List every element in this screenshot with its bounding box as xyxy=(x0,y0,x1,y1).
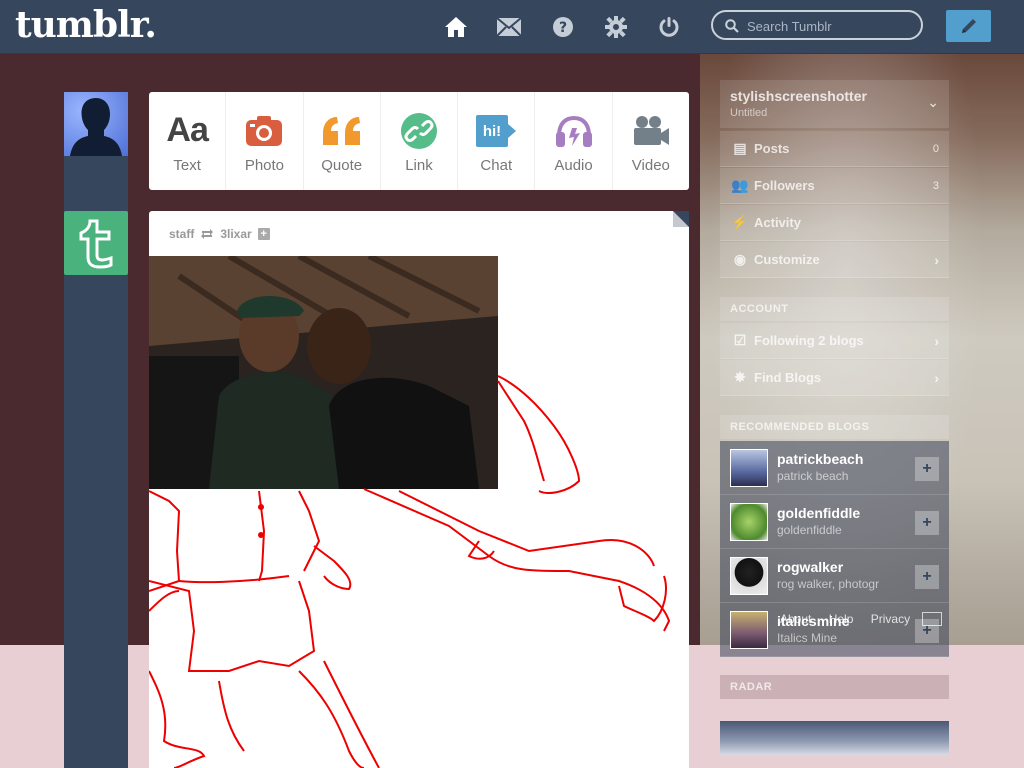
sidebar-blog-header[interactable]: stylishscreenshotter Untitled ⌄ xyxy=(720,80,949,128)
sidebar-item-followers[interactable]: 👥 Followers 3 xyxy=(720,168,949,204)
search-box[interactable] xyxy=(711,10,923,40)
blog-avatar[interactable] xyxy=(730,503,768,541)
sidebar-item-posts[interactable]: ▤ Posts 0 xyxy=(720,131,949,167)
silhouette-icon xyxy=(70,98,122,156)
post-type-label: Photo xyxy=(244,156,285,174)
sidebar-item-label: Posts xyxy=(754,141,790,156)
tumblr-t-icon xyxy=(79,219,113,269)
activity-icon: ⚡ xyxy=(731,214,749,230)
recommended-blog-description: Italics Mine xyxy=(777,631,838,645)
tumblr-logo[interactable]: tumblr. xyxy=(15,4,157,46)
sidebar-blog-subtitle: Untitled xyxy=(730,107,768,119)
recommended-blog-description: rog walker, photogr xyxy=(777,577,880,591)
svg-text:?: ? xyxy=(559,20,567,36)
dashboard-left-column xyxy=(64,92,128,768)
follow-plus-icon[interactable]: + xyxy=(915,565,939,589)
home-icon[interactable] xyxy=(443,14,469,40)
sidebar-item-count: 3 xyxy=(932,179,939,192)
red-sketch-drawing xyxy=(149,375,671,768)
sidebar-item-label: Followers xyxy=(754,178,815,193)
sidebar-item-label: Activity xyxy=(754,215,801,230)
post-type-label: Quote xyxy=(321,156,363,174)
staff-avatar[interactable] xyxy=(64,211,128,275)
quote-icon xyxy=(321,109,363,153)
dashboard-post: staff 3lixar + xyxy=(149,211,689,768)
text-icon: Aa xyxy=(166,111,208,149)
link-icon xyxy=(400,109,438,153)
camera-icon xyxy=(244,109,284,153)
post-type-video[interactable]: Video xyxy=(613,92,689,190)
sidebar-section-recommended: RECOMMENDED BLOGS xyxy=(720,415,949,439)
sidebar-blog-name: stylishscreenshotter xyxy=(730,88,867,104)
recommended-blog-name[interactable]: goldenfiddle xyxy=(777,505,860,521)
blog-avatar[interactable] xyxy=(730,449,768,487)
sidebar-item-label: Following 2 blogs xyxy=(754,333,864,348)
post-type-bar: Aa Text Photo Quote Link hi! Chat Audio xyxy=(149,92,689,190)
keyboard-icon[interactable] xyxy=(922,612,942,626)
find-blogs-icon: ✸ xyxy=(734,369,746,385)
post-type-label: Audio xyxy=(554,156,593,174)
recommended-blog-description: goldenfiddle xyxy=(777,523,842,537)
search-input[interactable] xyxy=(745,15,919,37)
chat-icon: hi! xyxy=(475,109,517,153)
video-camera-icon xyxy=(631,109,671,153)
footer-link-privacy[interactable]: Privacy xyxy=(871,612,910,626)
headphones-icon xyxy=(554,109,594,153)
post-type-label: Link xyxy=(405,156,433,174)
follow-plus-icon[interactable]: + xyxy=(915,457,939,481)
recommended-blog-name[interactable]: patrickbeach xyxy=(777,451,863,467)
gear-icon[interactable] xyxy=(603,14,629,40)
sidebar-section-account: ACCOUNT xyxy=(720,297,949,321)
post-type-label: Video xyxy=(631,156,670,174)
radar-post-image[interactable] xyxy=(720,721,949,755)
posts-icon: ▤ xyxy=(733,140,747,156)
search-icon xyxy=(725,19,739,33)
top-navigation-bar: tumblr. ? xyxy=(0,0,1024,54)
sidebar-item-activity[interactable]: ⚡ Activity xyxy=(720,205,949,241)
user-avatar[interactable] xyxy=(64,92,128,156)
chevron-down-icon: ⌄ xyxy=(927,94,939,110)
chevron-right-icon: › xyxy=(934,251,939,268)
sidebar-item-find-blogs[interactable]: ✸ Find Blogs › xyxy=(720,360,949,396)
power-icon[interactable] xyxy=(656,14,682,40)
sidebar-section-radar: RADAR xyxy=(720,675,949,699)
followers-icon: 👥 xyxy=(731,177,749,193)
post-type-text[interactable]: Aa Text xyxy=(149,92,227,190)
blog-avatar[interactable] xyxy=(730,611,768,649)
chevron-right-icon: › xyxy=(934,332,939,349)
sidebar-footer-links: About Help Privacy xyxy=(780,612,910,626)
post-type-label: Text xyxy=(173,156,201,174)
sidebar-item-customize[interactable]: ◉ Customize › xyxy=(720,242,949,278)
recommended-blog-item[interactable]: rogwalker rog walker, photogr + xyxy=(720,549,949,603)
following-icon: ☑ xyxy=(733,332,747,348)
chevron-right-icon: › xyxy=(934,369,939,386)
post-type-quote[interactable]: Quote xyxy=(304,92,381,190)
pencil-icon xyxy=(961,19,976,33)
sidebar-item-following[interactable]: ☑ Following 2 blogs › xyxy=(720,323,949,359)
sidebar-item-label: Find Blogs xyxy=(754,370,822,385)
recommended-blog-name[interactable]: rogwalker xyxy=(777,559,843,575)
post-type-photo[interactable]: Photo xyxy=(226,92,304,190)
recommended-blog-description: patrick beach xyxy=(777,469,849,483)
follow-plus-icon[interactable]: + xyxy=(915,511,939,535)
post-type-label: Chat xyxy=(480,156,513,174)
post-type-chat[interactable]: hi! Chat xyxy=(458,92,536,190)
blog-avatar[interactable] xyxy=(730,557,768,595)
recommended-blog-item[interactable]: patrickbeach patrick beach + xyxy=(720,441,949,495)
post-type-audio[interactable]: Audio xyxy=(535,92,613,190)
recommended-blog-item[interactable]: goldenfiddle goldenfiddle + xyxy=(720,495,949,549)
footer-link-help[interactable]: Help xyxy=(829,612,854,626)
svg-text:hi!: hi! xyxy=(483,123,501,140)
footer-link-about[interactable]: About xyxy=(780,612,811,626)
mail-icon[interactable] xyxy=(496,14,522,40)
help-icon[interactable]: ? xyxy=(550,14,576,40)
post-type-link[interactable]: Link xyxy=(381,92,459,190)
sidebar-item-label: Customize xyxy=(754,252,820,267)
compose-button[interactable] xyxy=(946,10,991,42)
eye-icon: ◉ xyxy=(733,251,747,267)
sidebar-item-count: 0 xyxy=(932,142,939,155)
